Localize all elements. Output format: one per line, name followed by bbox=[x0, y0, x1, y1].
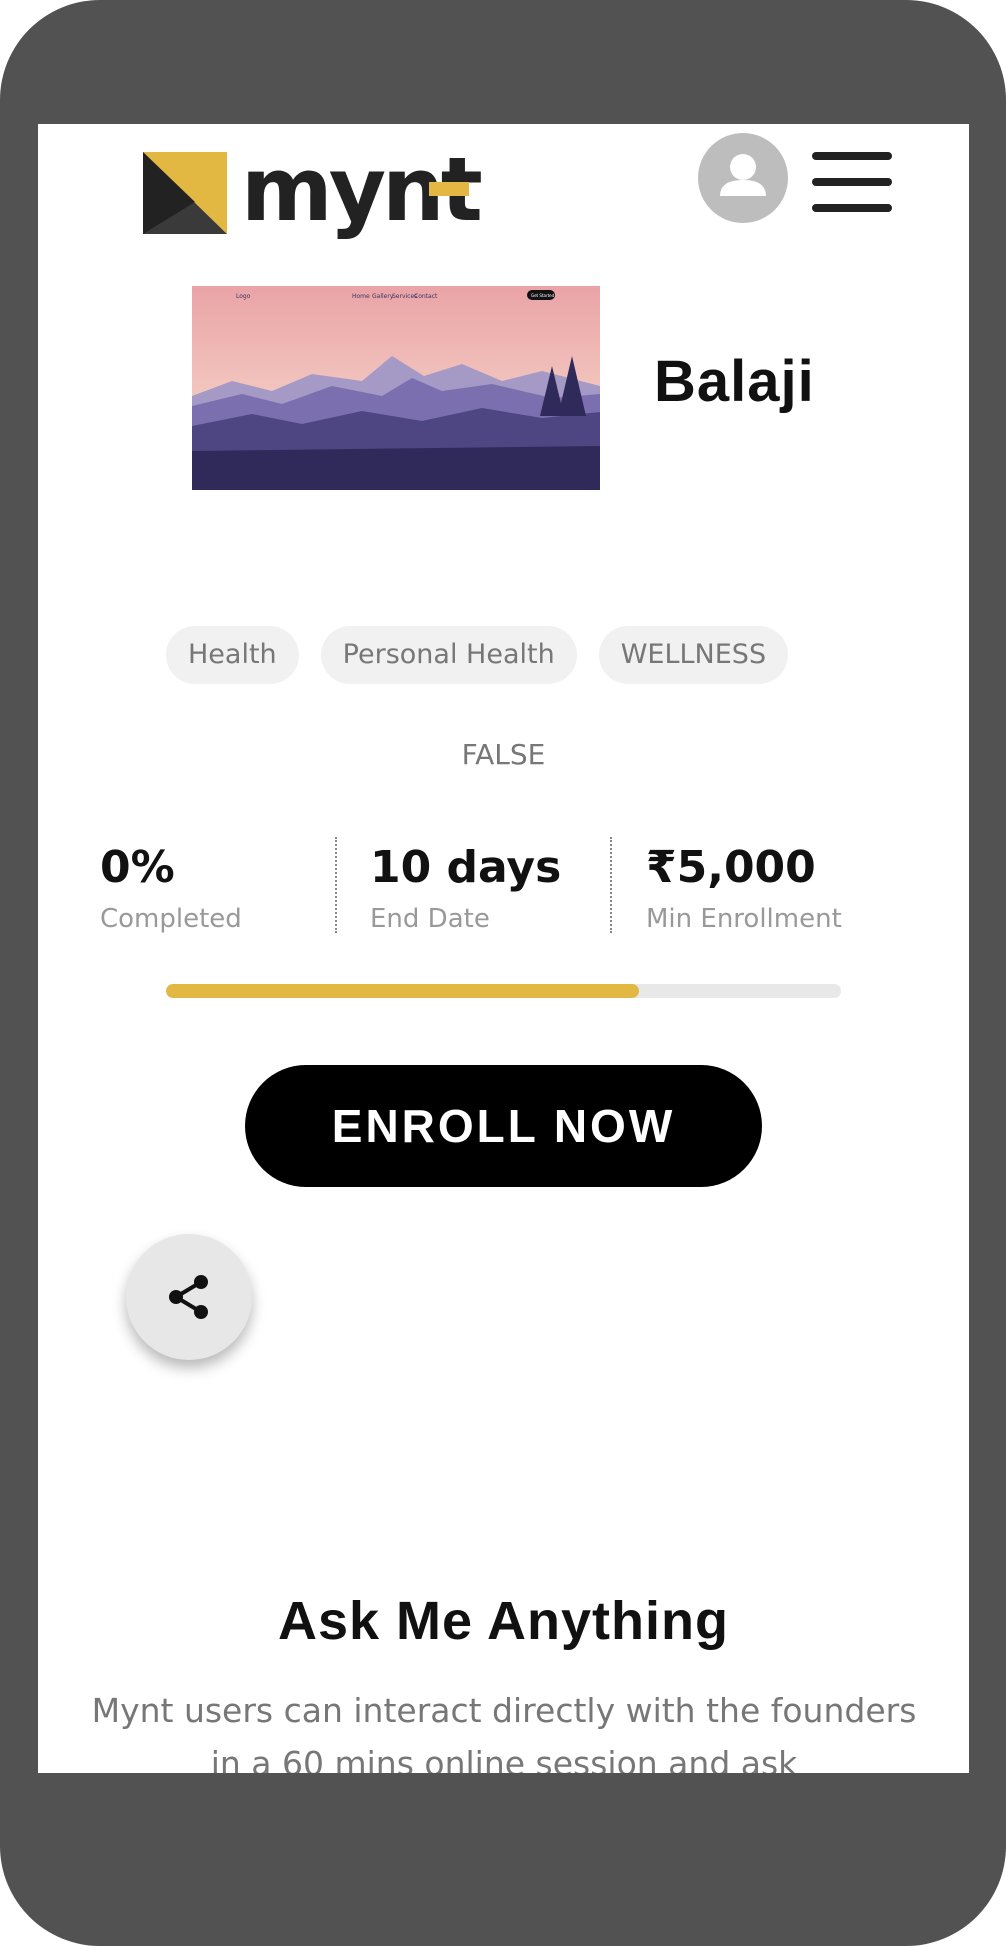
campaign-thumbnail: Logo Home Gallery Services Contact Get S… bbox=[192, 286, 600, 490]
tag-wellness[interactable]: WELLNESS bbox=[598, 626, 789, 684]
enroll-now-button[interactable]: ENROLL NOW bbox=[245, 1065, 762, 1187]
stat-divider bbox=[335, 837, 337, 933]
stat-value: 0% bbox=[100, 842, 175, 893]
mynt-logo[interactable]: mynt bbox=[143, 140, 503, 242]
stat-value: ₹5,000 bbox=[646, 842, 816, 893]
hamburger-menu-icon[interactable] bbox=[812, 150, 892, 214]
stat-end-date: 10 days End Date bbox=[370, 838, 561, 940]
thumbnail-nav-link: Gallery bbox=[372, 293, 394, 300]
status-text: FALSE bbox=[461, 738, 546, 771]
stat-completed: 0% Completed bbox=[100, 838, 242, 940]
thumbnail-nav-link: Home bbox=[352, 293, 370, 300]
progress-fill bbox=[166, 984, 639, 998]
thumbnail-nav-button: Get Started bbox=[531, 293, 555, 298]
tag-list: Health Personal Health WELLNESS bbox=[166, 626, 789, 684]
progress-bar bbox=[166, 984, 841, 998]
tag-personal-health[interactable]: Personal Health bbox=[320, 626, 577, 684]
stat-min-enrollment: ₹5,000 Min Enrollment bbox=[646, 838, 842, 940]
ama-description: Mynt users can interact directly with th… bbox=[91, 1691, 917, 1773]
phone-frame: mynt Logo Home Gallery Services Contact … bbox=[0, 0, 1006, 1946]
stat-value: 10 days bbox=[370, 842, 562, 893]
ama-heading: Ask Me Anything bbox=[277, 1591, 730, 1651]
logo-accent bbox=[429, 182, 469, 196]
stat-label: End Date bbox=[370, 904, 490, 934]
stat-divider bbox=[610, 837, 612, 933]
mountain-landscape-image: Logo Home Gallery Services Contact Get S… bbox=[192, 286, 600, 490]
screen: mynt Logo Home Gallery Services Contact … bbox=[38, 124, 969, 1773]
share-icon bbox=[169, 1275, 208, 1319]
thumbnail-nav-link: Contact bbox=[414, 293, 438, 300]
tag-health[interactable]: Health bbox=[166, 626, 299, 684]
campaign-title: Balaji bbox=[654, 349, 815, 414]
stat-label: Completed bbox=[100, 904, 242, 934]
thumbnail-nav-logo: Logo bbox=[236, 293, 251, 300]
user-avatar-icon[interactable] bbox=[698, 133, 788, 223]
share-button[interactable] bbox=[126, 1234, 252, 1360]
stat-label: Min Enrollment bbox=[646, 904, 842, 934]
logo-mark-icon bbox=[143, 152, 227, 234]
